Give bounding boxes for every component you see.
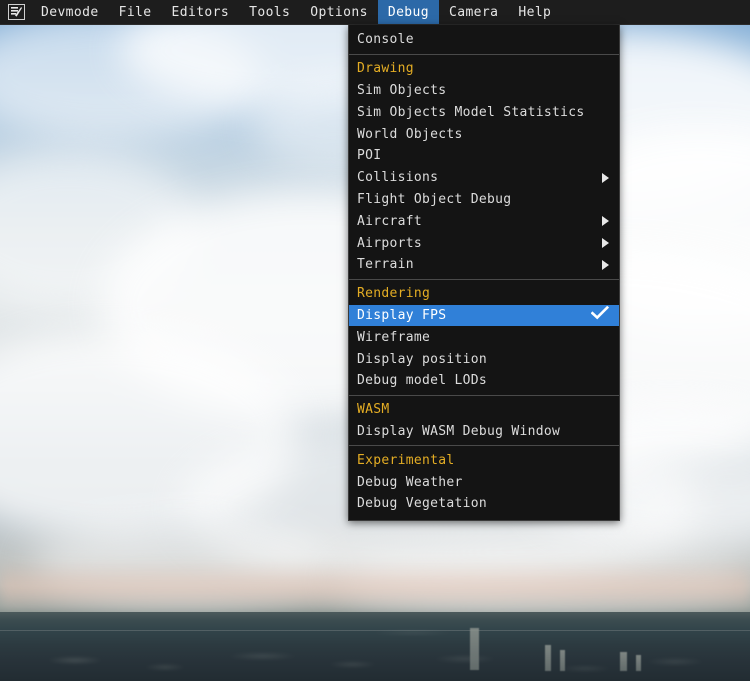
menu-section-header-rendering: Rendering [349,283,619,305]
menubar-item-help[interactable]: Help [508,0,561,24]
submenu-arrow-icon [602,216,609,226]
skyline-tower [560,650,565,671]
menubar-item-file[interactable]: File [109,0,162,24]
menu-item-label: Airports [357,236,602,251]
menu-item-wireframe[interactable]: Wireframe [349,326,619,348]
menubar-item-label: Options [310,6,368,19]
menu-item-sim-objects[interactable]: Sim Objects [349,80,619,102]
menu-section-header-experimental: Experimental [349,449,619,471]
skyline-tower [620,652,627,671]
skyline-tower [545,645,551,671]
menu-item-label: Collisions [357,170,602,185]
horizon-haze [0,560,750,610]
menubar-item-tools[interactable]: Tools [239,0,300,24]
menu-item-sim-objects-model-statistics[interactable]: Sim Objects Model Statistics [349,101,619,123]
menu-item-aircraft[interactable]: Aircraft [349,210,619,232]
menu-item-display-position[interactable]: Display position [349,348,619,370]
menubar-item-devmode[interactable]: Devmode [31,0,109,24]
menu-section-header-label: WASM [357,402,611,417]
menu-item-label: Sim Objects [357,83,611,98]
submenu-arrow-icon [602,173,609,183]
menu-item-poi[interactable]: POI [349,145,619,167]
skyline-tower [636,655,641,671]
menu-item-label: Aircraft [357,214,602,229]
devmode-document-icon [0,0,31,24]
menu-section-header-drawing: Drawing [349,58,619,80]
menu-item-console[interactable]: Console [349,29,619,51]
menu-item-label: Display WASM Debug Window [357,424,611,439]
checkmark-icon [591,306,609,324]
menu-item-label: Flight Object Debug [357,192,611,207]
skyline-tower [470,628,479,670]
menubar-item-label: File [119,6,152,19]
menu-item-label: Debug Weather [357,475,611,490]
menu-bottom-padding [349,515,619,520]
horizon-line [0,630,750,631]
menu-item-label: World Objects [357,127,611,142]
menubar-item-label: Tools [249,6,290,19]
menu-separator [349,395,619,396]
menu-item-label: Sim Objects Model Statistics [357,105,611,120]
menubar-item-label: Devmode [41,6,99,19]
menubar-item-label: Editors [172,6,230,19]
menu-item-airports[interactable]: Airports [349,232,619,254]
menu-item-label: Terrain [357,257,602,272]
menu-item-flight-object-debug[interactable]: Flight Object Debug [349,189,619,211]
menubar-item-debug[interactable]: Debug [378,0,439,24]
menu-item-terrain[interactable]: Terrain [349,254,619,276]
menu-item-label: Debug Vegetation [357,496,611,511]
menubar-item-label: Debug [388,6,429,19]
menubar-item-editors[interactable]: Editors [162,0,240,24]
menu-item-label: Console [357,32,611,47]
menubar-item-label: Help [518,6,551,19]
submenu-arrow-icon [602,260,609,270]
menu-item-debug-weather[interactable]: Debug Weather [349,471,619,493]
menu-section-header-wasm: WASM [349,399,619,421]
menu-separator [349,54,619,55]
menu-section-header-label: Rendering [357,286,611,301]
app-window: Devmode File Editors Tools Options Debug Camer… [0,0,750,681]
menu-item-debug-model-lods[interactable]: Debug model LODs [349,370,619,392]
menu-item-collisions[interactable]: Collisions [349,167,619,189]
menu-bar: Devmode File Editors Tools Options Debug Camer… [0,0,750,25]
debug-dropdown-menu[interactable]: Console Drawing Sim Objects Sim Objects Mod… [348,25,620,521]
menu-item-display-fps[interactable]: Display FPS [349,305,619,327]
menubar-item-camera[interactable]: Camera [439,0,508,24]
menu-item-label: POI [357,148,611,163]
menu-section-header-label: Experimental [357,453,611,468]
submenu-arrow-icon [602,238,609,248]
menu-item-debug-vegetation[interactable]: Debug Vegetation [349,493,619,515]
menu-item-label: Wireframe [357,330,611,345]
menu-separator [349,279,619,280]
menu-item-label: Display FPS [357,308,591,323]
menu-separator [349,445,619,446]
menubar-item-options[interactable]: Options [300,0,378,24]
menu-item-label: Display position [357,352,611,367]
menubar-item-label: Camera [449,6,498,19]
menu-item-world-objects[interactable]: World Objects [349,123,619,145]
menu-section-header-label: Drawing [357,61,611,76]
menu-item-display-wasm-debug-window[interactable]: Display WASM Debug Window [349,421,619,443]
menu-item-label: Debug model LODs [357,373,611,388]
